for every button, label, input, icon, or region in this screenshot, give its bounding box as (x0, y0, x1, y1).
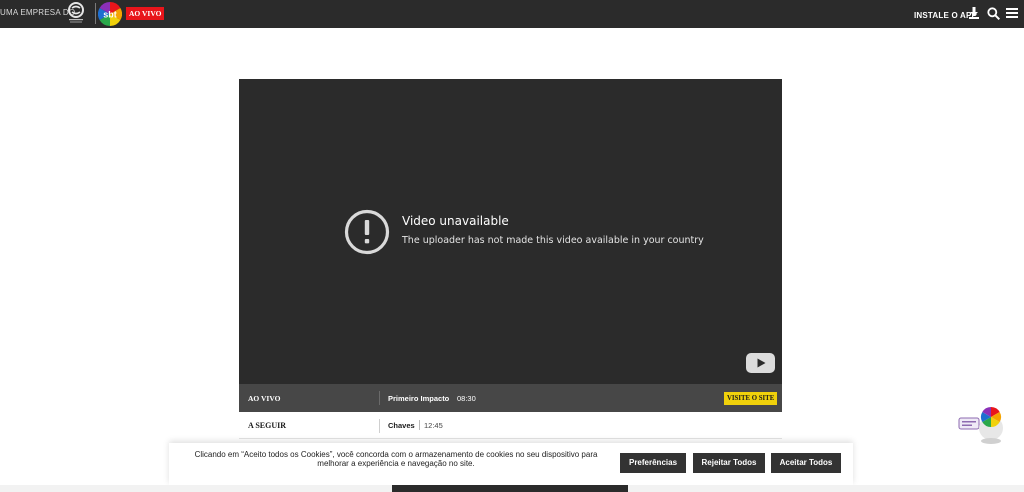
page-bottom-strip (392, 485, 628, 492)
grupo-silvio-santos-logo[interactable] (64, 1, 88, 25)
floating-widget-icon[interactable] (958, 405, 1006, 445)
up-next-label: A SEGUIR (248, 421, 287, 430)
youtube-logo-button[interactable] (746, 353, 775, 373)
video-error-message: The uploader has not made this video ava… (402, 235, 704, 246)
time-divider (419, 420, 420, 430)
cookie-consent-text: Clicando em “Aceito todos os Cookies”, v… (194, 450, 598, 468)
next-program-time: 12:45 (424, 421, 443, 430)
up-next-row: A SEGUIR Chaves 12:45 (239, 412, 782, 439)
current-program-time: 08:30 (457, 394, 476, 403)
cookie-preferences-button[interactable]: Preferências (620, 453, 686, 473)
next-program-title: Chaves (388, 421, 415, 430)
cookie-accept-all-button[interactable]: Aceitar Todos (771, 453, 841, 473)
visit-site-button[interactable]: VISITE O SITE (724, 392, 778, 405)
sbt-logo[interactable]: sbt (98, 2, 122, 26)
search-icon[interactable] (987, 7, 1000, 20)
download-icon[interactable] (968, 7, 980, 19)
schedule-divider (379, 419, 380, 433)
video-player[interactable]: Video unavailable The uploader has not m… (239, 79, 782, 384)
cookie-reject-all-button[interactable]: Rejeitar Todos (693, 453, 765, 473)
header-divider (95, 3, 96, 24)
live-now-bar: AO VIVO Primeiro Impacto 08:30 VISITE O … (239, 384, 782, 412)
video-error-title: Video unavailable (402, 214, 509, 228)
cookie-consent-banner: Clicando em “Aceito todos os Cookies”, v… (169, 443, 853, 485)
live-now-label: AO VIVO (248, 394, 281, 403)
svg-text:sbt: sbt (103, 10, 117, 20)
top-navigation-bar: UMA EMPRESA DO sbt AO VIVO INSTALE O APP (0, 0, 1024, 28)
live-badge[interactable]: AO VIVO (126, 7, 165, 20)
error-exclamation-icon (344, 209, 390, 255)
menu-icon[interactable] (1006, 7, 1018, 19)
current-program-title: Primeiro Impacto (388, 394, 450, 403)
schedule-divider (379, 391, 380, 405)
